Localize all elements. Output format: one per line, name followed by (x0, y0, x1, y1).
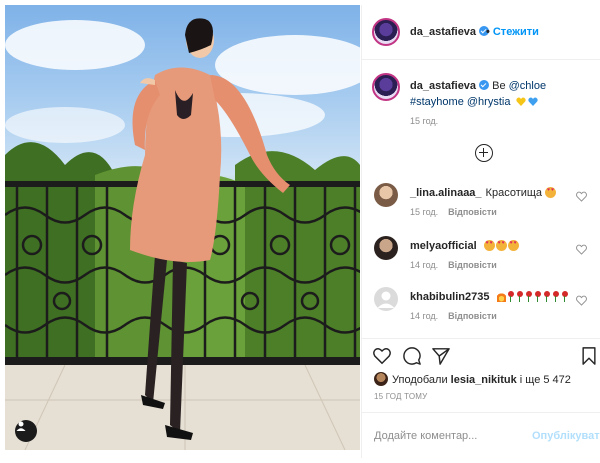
hashtag-link[interactable]: #stayhome (410, 96, 464, 108)
rose-emoji-icon (516, 291, 524, 302)
reply-button[interactable]: Відповісти (448, 311, 497, 321)
rose-emoji-icon (552, 291, 560, 302)
comment-text: khabibulin2735 (410, 291, 570, 303)
commenter-username[interactable]: khabibulin2735 (410, 291, 489, 303)
liker-avatar (374, 372, 388, 386)
mention-user-link[interactable]: @hrystia (467, 96, 511, 108)
commenter-username[interactable]: melyaofficial (410, 240, 477, 252)
commenter-avatar[interactable] (374, 183, 398, 207)
comment-text: melyaofficial (410, 240, 520, 252)
liker-username[interactable]: lesia_nikituk (451, 374, 517, 386)
comment-item: khabibulin2735 14 год. Відповісти (362, 287, 600, 327)
likes-summary[interactable]: Уподобали lesia_nikituk і ще 5 472 (374, 372, 571, 386)
publish-comment-button[interactable]: Опублікувати (532, 430, 600, 442)
comment-bubble-icon[interactable] (403, 347, 421, 365)
comment-item: melyaofficial 14 год. Відповісти (362, 236, 600, 276)
caption-timestamp[interactable]: 15 год. (410, 116, 438, 126)
like-heart-icon[interactable] (373, 347, 391, 365)
post-side-panel: da_astafieva • Стежити da_astafieva Be @c… (361, 5, 600, 458)
tagged-users-button[interactable] (15, 420, 37, 442)
author-username[interactable]: da_astafieva (410, 26, 490, 38)
share-send-icon[interactable] (432, 347, 450, 365)
instagram-post: da_astafieva • Стежити da_astafieva Be @c… (0, 0, 600, 463)
photo-illustration (5, 18, 360, 450)
rose-emoji-icon (507, 291, 515, 302)
add-comment-form: Додайте коментар... Опублікувати (362, 412, 600, 458)
comment-item: _lina.alinaaa_Красотища 15 год. Відповіст… (362, 183, 600, 223)
follow-button[interactable]: • Стежити (486, 26, 539, 38)
post-photo[interactable] (5, 5, 360, 450)
follow-label[interactable]: Стежити (493, 26, 539, 38)
comment-timestamp[interactable]: 14 год. (410, 260, 438, 270)
blue-heart-icon (527, 97, 538, 106)
like-comment-heart-icon[interactable] (576, 191, 587, 202)
likes-count[interactable]: і ще 5 472 (520, 374, 571, 386)
fire-emoji-icon (496, 291, 506, 302)
heart-eyes-emoji-icon (483, 240, 495, 251)
post-header: da_astafieva • Стежити (362, 5, 600, 60)
comment-timestamp[interactable]: 15 год. (410, 207, 438, 217)
comment-text: _lina.alinaaa_ Красотища (410, 187, 557, 199)
reply-button[interactable]: Відповісти (448, 260, 497, 270)
rose-emoji-icon (561, 291, 569, 302)
yellow-heart-icon (515, 97, 526, 106)
caption-text: da_astafieva Be @chloe #stayhome @hrysti… (410, 78, 590, 110)
save-bookmark-icon[interactable] (580, 347, 598, 365)
heart-eyes-emoji-icon (495, 240, 507, 251)
comment-meta: 14 год. Відповісти (410, 311, 497, 321)
like-comment-heart-icon[interactable] (576, 295, 587, 306)
default-avatar-icon (377, 291, 395, 308)
rose-emoji-icon (543, 291, 551, 302)
reply-button[interactable]: Відповісти (448, 207, 497, 217)
likes-prefix: Уподобали (392, 374, 448, 386)
commenter-avatar[interactable] (374, 236, 398, 260)
mention-brand-link[interactable]: @chloe (509, 80, 546, 92)
heart-eyes-emoji-icon (545, 187, 557, 198)
comment-body: Красотища (485, 187, 543, 199)
comments-section: da_astafieva Be @chloe #stayhome @hrysti… (362, 61, 600, 337)
comment-meta: 14 год. Відповісти (410, 260, 497, 270)
comment-input[interactable]: Додайте коментар... (374, 430, 477, 442)
caption-author[interactable]: da_astafieva (410, 80, 476, 92)
commenter-avatar[interactable] (374, 287, 398, 311)
heart-eyes-emoji-icon (507, 240, 519, 251)
person-icon (16, 421, 26, 431)
post-timestamp[interactable]: 15 ГОД ТОМУ (374, 392, 427, 401)
caption-author-avatar[interactable] (372, 73, 400, 101)
rose-emoji-icon (525, 291, 533, 302)
caption-prefix: Be (492, 80, 509, 92)
post-actions: Уподобали lesia_nikituk і ще 5 472 15 ГО… (362, 338, 600, 412)
author-avatar[interactable] (372, 18, 400, 46)
rose-emoji-icon (534, 291, 542, 302)
like-comment-heart-icon[interactable] (576, 244, 587, 255)
author-username-text[interactable]: da_astafieva (410, 26, 476, 38)
verified-badge-icon (479, 80, 490, 90)
comment-timestamp[interactable]: 14 год. (410, 311, 438, 321)
separator-dot: • (486, 26, 490, 38)
comment-meta: 15 год. Відповісти (410, 207, 497, 217)
load-more-comments-button[interactable] (475, 144, 493, 162)
commenter-username[interactable]: _lina.alinaaa_ (410, 187, 482, 199)
